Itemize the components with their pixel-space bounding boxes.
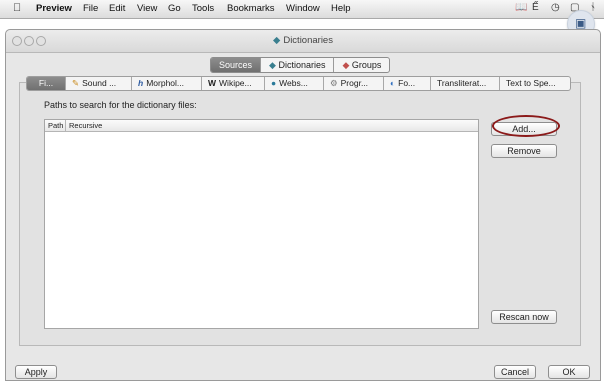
tab-wikipedia-label: Wikipe... [219,78,252,88]
tab-wikipedia[interactable]: W Wikipe... [202,77,265,90]
tab-websites[interactable]: ● Webs... [265,77,324,90]
tab-text-to-speech-label: Text to Spe... [506,78,556,88]
bluetooth-icon[interactable]: ᛀ [590,2,596,13]
ok-button[interactable]: OK [548,365,590,379]
tab-sound[interactable]: ✎ Sound ... [66,77,132,90]
segment-dictionaries-label: Dictionaries [278,60,326,70]
font-icon: ◐ [390,78,396,88]
tab-files[interactable]: Fi... [27,77,66,90]
table-header: Path Recursive [45,120,478,132]
tab-text-to-speech[interactable]: Text to Spe... [500,77,570,90]
tab-transliteration[interactable]: Transliterat... [431,77,500,90]
dictionary-icon: ◆ [273,35,281,46]
menu-bookmarks[interactable]: Bookmarks [227,3,275,14]
segment-sources-label: Sources [219,60,253,70]
tab-fonts[interactable]: ◐ Fo... [384,77,431,90]
apply-button[interactable]: Apply [15,365,57,379]
gear-icon: ⚙ [330,78,338,88]
window-titlebar: ◆ Dictionaries [6,30,600,53]
rescan-now-button[interactable]: Rescan now [491,310,557,324]
globe-icon: ● [271,78,277,88]
window-title: ◆ Dictionaries [6,35,600,46]
menu-tools[interactable]: Tools [192,3,214,14]
dictionaries-window: ◆ Dictionaries Sources ◆ Dictionaries ◆ G… [5,29,601,381]
pencil-icon: ✎ [72,78,80,88]
tab-programs-label: Progr... [340,78,369,88]
menu-go[interactable]: Go [168,3,181,14]
tab-morphology-label: Morphol... [146,78,184,88]
column-path[interactable]: Path [48,121,63,130]
groups-icon: ◆ [342,60,352,70]
menu-bar:  Preview File Edit View Go Tools Bookma… [0,0,604,19]
column-divider [65,120,66,131]
tab-transliteration-label: Transliterat... [437,78,487,88]
tab-programs[interactable]: ⚙ Progr... [324,77,384,90]
segment-groups[interactable]: ◆ Groups [334,58,389,72]
tab-morphology[interactable]: h Morphol... [132,77,202,90]
menu-edit[interactable]: Edit [109,3,125,14]
segment-sources[interactable]: Sources [211,58,262,72]
menu-view[interactable]: View [137,3,157,14]
menu-help[interactable]: Help [331,3,351,14]
segment-groups-label: Groups [351,60,382,70]
wikipedia-icon: W [208,78,217,88]
remove-button[interactable]: Remove [491,144,557,158]
tab-files-label: Fi... [38,78,54,88]
paths-label: Paths to search for the dictionary files… [44,100,197,110]
menu-file[interactable]: File [83,3,98,14]
menu-window[interactable]: Window [286,3,320,14]
cancel-button[interactable]: Cancel [494,365,536,379]
window-title-text: Dictionaries [283,35,333,46]
highlight-ring [492,115,560,137]
capture-icon: ▣ [575,16,587,30]
column-recursive[interactable]: Recursive [69,121,102,130]
morphology-icon: h [138,78,144,88]
paths-table[interactable]: Path Recursive [44,119,479,329]
time-machine-icon[interactable]: ◷ [551,2,560,13]
segment-dictionaries[interactable]: ◆ Dictionaries [261,58,335,72]
tab-fonts-label: Fo... [398,78,416,88]
tab-sound-label: Sound ... [82,78,117,88]
menu-app-name[interactable]: Preview [36,3,72,14]
tab-websites-label: Webs... [279,78,308,88]
apple-menu-icon[interactable]:  [13,2,21,14]
script-status-icon[interactable]: Ế [532,2,539,13]
view-segmented-control: Sources ◆ Dictionaries ◆ Groups [210,57,391,73]
dictionary-status-icon[interactable]: 📖 [515,2,527,13]
source-type-tabs: Fi... ✎ Sound ... h Morphol... W Wikipe... … [26,76,571,91]
